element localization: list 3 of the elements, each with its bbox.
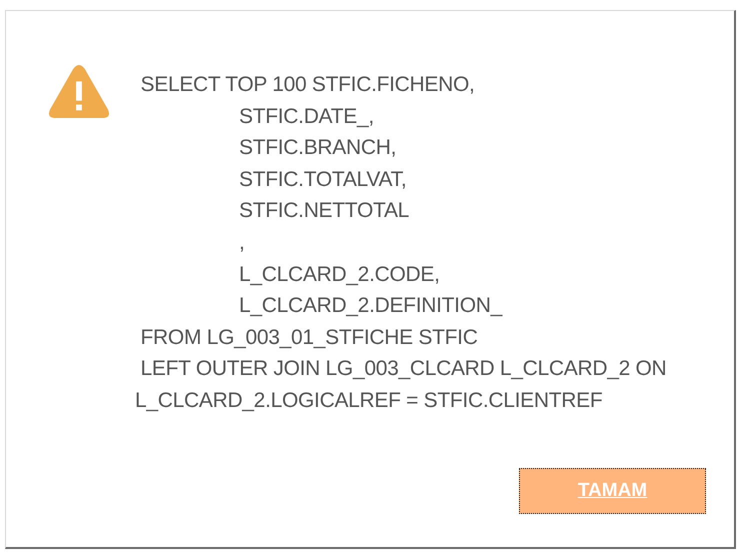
message-text: SELECT TOP 100 STFIC.FICHENO, STFIC.DATE_, STFIC.BRANCH, STFIC.TOTALVAT, STFIC.NETTOTAL , L_CLCARD_2.CODE, L_CLCARD_2.DEFINITION_ FROM LG_003_01_STFICHE STFIC LEFT OUTER JOIN LG_003_CLCARD L_CLCARD_2 ON L_CLCARD_2.LOGICALREF = STFIC.CLIENTREF <box>135 72 666 414</box>
warning-icon <box>48 65 110 119</box>
ok-button[interactable]: TAMAM <box>519 468 706 514</box>
